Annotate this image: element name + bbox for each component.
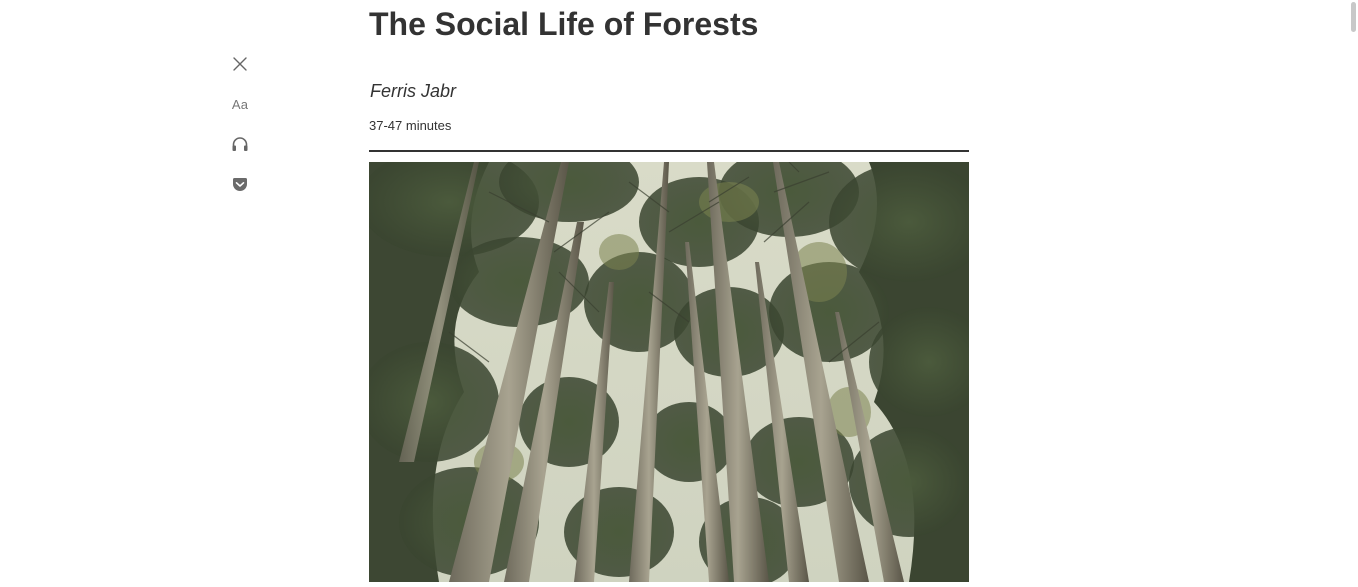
- article-title: The Social Life of Forests: [369, 6, 759, 42]
- scroll-thumb[interactable]: [1351, 2, 1356, 32]
- article-author: Ferris Jabr: [370, 81, 457, 101]
- scrollbar[interactable]: [1348, 0, 1358, 587]
- headphones-icon: [231, 136, 249, 152]
- article: The Social Life of Forests Ferris Jabr 3…: [369, 0, 969, 582]
- reader-view: Aa The Social Life of Forests Ferris Jab…: [0, 0, 1358, 587]
- pocket-icon: [232, 177, 248, 192]
- text-size-icon: Aa: [231, 96, 249, 112]
- hero-image: [369, 162, 969, 582]
- save-to-pocket-button[interactable]: [224, 168, 256, 200]
- text-settings-button[interactable]: Aa: [224, 88, 256, 120]
- reading-time: 37-47 minutes: [369, 118, 452, 133]
- close-button[interactable]: [224, 48, 256, 80]
- listen-button[interactable]: [224, 128, 256, 160]
- close-icon: [232, 56, 248, 72]
- header-divider: [369, 150, 969, 152]
- reader-toolbar: Aa: [224, 48, 256, 208]
